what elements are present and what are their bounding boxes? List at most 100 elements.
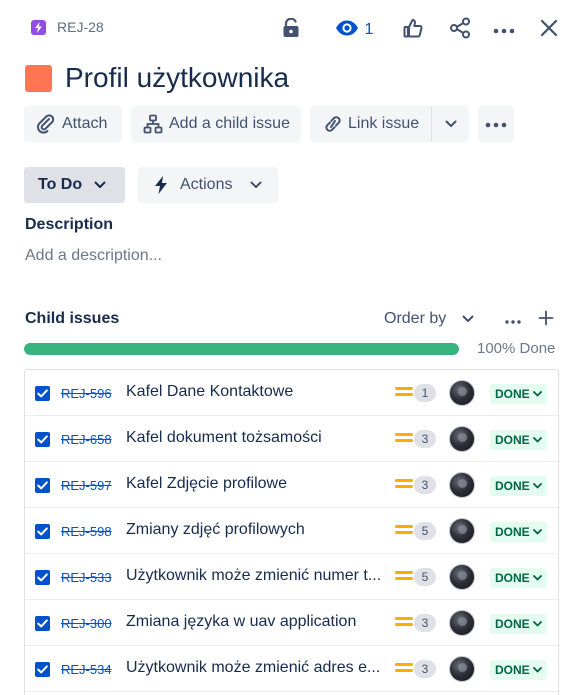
table-row[interactable]: REJ-300 Zmiana języka w uav application 3 D… (25, 600, 558, 646)
child-issue-summary[interactable]: Zmiana języka w uav application (126, 613, 386, 631)
status-badge-label: DONE (495, 663, 530, 677)
child-issue-summary[interactable]: Kafel Dane Kontaktowe (126, 383, 386, 401)
attach-button[interactable]: Attach (24, 106, 122, 142)
avatar[interactable] (449, 564, 475, 590)
progress-bar (24, 343, 459, 355)
table-row[interactable]: REJ-596 Kafel Dane Kontaktowe 1 DONE (25, 370, 558, 416)
status-badge[interactable]: DONE (490, 568, 547, 588)
child-issue-summary[interactable]: Użytkownik może zmienić adres e... (126, 659, 386, 677)
child-issue-key[interactable]: REJ-300 (61, 616, 112, 631)
priority-medium-icon (395, 617, 413, 631)
table-row[interactable]: REJ-658 Kafel dokument tożsamości 3 DONE (25, 416, 558, 462)
status-badge[interactable]: DONE (490, 614, 547, 634)
status-label: To Do (38, 176, 83, 193)
page-title[interactable]: Profil użytkownika (65, 62, 289, 94)
story-points-badge: 3 (414, 476, 436, 494)
checkbox[interactable] (35, 570, 50, 585)
more-button[interactable] (491, 14, 517, 46)
child-issue-summary[interactable]: Kafel Zdjęcie profilowe (126, 475, 386, 493)
more-actions-button[interactable] (478, 106, 514, 142)
table-row[interactable]: REJ-598 Zmiany zdjęć profilowych 5 DONE (25, 508, 558, 554)
issue-type-swatch (25, 64, 52, 92)
add-child-label: Add a child issue (169, 115, 290, 132)
story-points-badge: 5 (414, 522, 436, 540)
table-row[interactable]: REJ-533 Użytkownik może zmienić numer t..… (25, 554, 558, 600)
breadcrumb: REJ-28 (31, 19, 104, 35)
priority-medium-icon (395, 663, 413, 677)
avatar[interactable] (449, 380, 475, 406)
description-field[interactable]: Add a description... (25, 247, 162, 265)
progress-label: 100% Done (477, 340, 556, 357)
avatar[interactable] (449, 426, 475, 452)
thumbs-up-icon (403, 18, 423, 43)
checkbox[interactable] (35, 478, 50, 493)
avatar[interactable] (449, 656, 475, 682)
checkbox[interactable] (35, 616, 50, 631)
checkbox[interactable] (35, 662, 50, 677)
chevron-down-icon (532, 667, 542, 673)
checkbox[interactable] (35, 432, 50, 447)
progress-fill (24, 343, 459, 355)
lock-icon (282, 17, 300, 43)
epic-icon (31, 19, 46, 35)
share-button[interactable] (447, 14, 473, 46)
story-points-badge: 5 (414, 568, 436, 586)
actions-dropdown[interactable]: Actions (138, 167, 278, 203)
child-issue-summary[interactable]: Zmiany zdjęć profilowych (126, 521, 386, 539)
priority-medium-icon (395, 479, 413, 493)
chevron-down-icon (94, 181, 106, 189)
issue-key-link[interactable]: REJ-28 (57, 19, 104, 35)
child-issue-key[interactable]: REJ-598 (61, 524, 112, 539)
status-badge[interactable]: DONE (490, 384, 547, 404)
order-by-dropdown[interactable]: Order by (384, 310, 474, 328)
chevron-down-icon (532, 529, 542, 535)
avatar[interactable] (449, 518, 475, 544)
table-row[interactable]: REJ-534 Użytkownik może zmienić adres e..… (25, 646, 558, 692)
story-points-badge: 3 (414, 660, 436, 678)
link-issue-button[interactable]: Link issue (322, 106, 431, 142)
table-row[interactable]: REJ-597 Kafel Zdjęcie profilowe 3 DONE (25, 462, 558, 508)
avatar[interactable] (449, 610, 475, 636)
child-issue-key[interactable]: REJ-658 (61, 432, 112, 447)
order-by-label: Order by (384, 310, 447, 327)
child-issue-key[interactable]: REJ-597 (61, 478, 112, 493)
status-badge[interactable]: DONE (490, 430, 547, 450)
paperclip-icon (36, 114, 56, 134)
chevron-down-icon (532, 575, 542, 581)
lightning-icon (154, 176, 168, 194)
child-issue-summary[interactable]: Kafel dokument tożsamości (126, 429, 386, 447)
child-issue-summary[interactable]: Użytkownik może zmienić numer t... (126, 567, 386, 585)
story-points-badge: 1 (414, 384, 436, 402)
close-button[interactable] (536, 14, 562, 46)
status-dropdown[interactable]: To Do (24, 167, 125, 203)
child-issues-more-button[interactable] (503, 310, 523, 330)
watch-count: 1 (364, 21, 374, 38)
avatar[interactable] (449, 472, 475, 498)
status-badge-label: DONE (495, 479, 530, 493)
child-issue-key[interactable]: REJ-533 (61, 570, 112, 585)
status-badge[interactable]: DONE (490, 522, 547, 542)
checkbox[interactable] (35, 386, 50, 401)
watch-button[interactable]: 1 (330, 14, 378, 46)
like-button[interactable] (400, 14, 426, 46)
chevron-down-icon (532, 483, 542, 489)
actions-label: Actions (180, 176, 233, 193)
child-issue-key[interactable]: REJ-534 (61, 662, 112, 677)
attach-label: Attach (62, 115, 108, 132)
checkbox[interactable] (35, 524, 50, 539)
priority-medium-icon (395, 387, 413, 401)
more-icon (505, 311, 521, 329)
child-issue-key[interactable]: REJ-596 (61, 386, 112, 401)
chevron-down-icon (445, 115, 457, 133)
status-badge-label: DONE (495, 433, 530, 447)
link-issue-dropdown[interactable] (432, 106, 469, 142)
link-issue-group: Link issue (310, 106, 469, 142)
status-badge-label: DONE (495, 525, 530, 539)
share-icon (449, 17, 471, 44)
link-issue-label: Link issue (348, 115, 420, 132)
add-child-issue-button[interactable]: Add a child issue (131, 106, 301, 142)
status-badge[interactable]: DONE (490, 476, 547, 496)
lock-button[interactable] (278, 14, 304, 46)
add-child-issue-plus-button[interactable] (536, 310, 556, 330)
status-badge[interactable]: DONE (490, 660, 547, 680)
